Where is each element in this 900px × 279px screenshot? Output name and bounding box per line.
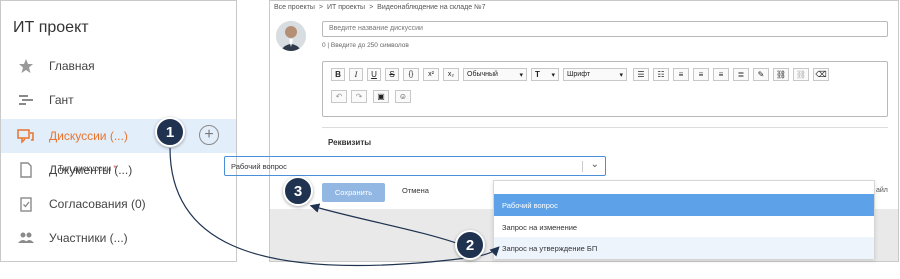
callout-badge: 3	[283, 176, 313, 206]
arrow-2-to-3	[309, 203, 463, 246]
screenshot-root: ИТ проект Главная Гант Дискуссии (...) +	[0, 0, 900, 279]
callout-badge: 1	[155, 117, 185, 147]
callout-badge: 2	[455, 230, 485, 260]
arrow-1-to-2	[169, 147, 500, 267]
callout-arrows	[169, 147, 500, 267]
